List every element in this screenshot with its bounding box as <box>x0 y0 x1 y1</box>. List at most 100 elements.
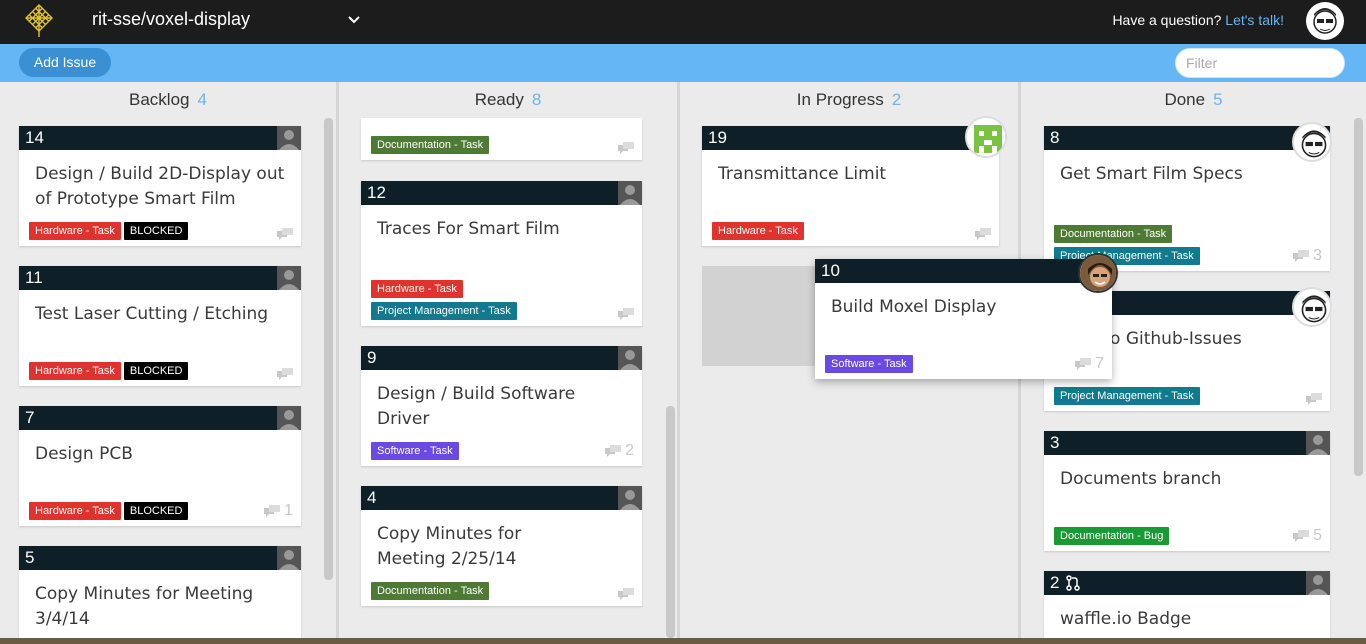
issue-number: 8 <box>1050 128 1060 147</box>
label-blocked[interactable]: BLOCKED <box>123 222 189 240</box>
comment-count: 1 <box>284 502 293 519</box>
label-blocked[interactable]: BLOCKED <box>123 502 189 520</box>
waffle-logo-icon[interactable] <box>24 3 54 37</box>
issue-card[interactable]: 14 Design / Build 2D-Display out of Prot… <box>19 126 301 246</box>
issue-card[interactable]: 8 Get Smart Film Specs Documentation - T… <box>1044 122 1332 271</box>
avatar-placeholder-icon <box>1306 571 1330 595</box>
column-header: Ready 8 <box>339 90 677 110</box>
issue-card[interactable]: Documentation - Task <box>361 118 642 160</box>
issue-card[interactable]: 19 Transmittance Limit Hardware - Task <box>702 116 1007 246</box>
assignee-avatar <box>1292 287 1332 327</box>
issue-card[interactable]: 2 waffle.io Badge <box>1044 571 1330 638</box>
column-title: In Progress <box>796 90 884 109</box>
avatar-placeholder-icon <box>618 181 642 205</box>
issue-title[interactable]: Design / Build 2D-Display out of Prototy… <box>19 150 301 212</box>
column-count: 2 <box>891 90 902 109</box>
issue-number: 3 <box>1050 433 1060 452</box>
issue-number: 11 <box>25 268 43 287</box>
avatar-placeholder-icon <box>277 266 301 290</box>
issue-number: 14 <box>25 128 44 147</box>
user-avatar[interactable] <box>1306 2 1344 40</box>
issue-title[interactable]: Documents branch <box>1044 455 1330 492</box>
column-count: 4 <box>197 90 207 109</box>
issue-title[interactable]: Design PCB <box>19 430 301 467</box>
issue-title[interactable]: Build Moxel Display <box>815 283 1112 320</box>
issue-title[interactable]: Copy Minutes for Meeting 2/25/14 <box>361 510 611 572</box>
column-title: Done <box>1164 90 1206 109</box>
issue-number: 10 <box>821 261 840 280</box>
issue-title[interactable]: Transmittance Limit <box>702 150 999 187</box>
top-bar: rit-sse/voxel-display Have a question? L… <box>0 0 1366 44</box>
issue-card[interactable]: 11 Test Laser Cutting / Etching Hardware… <box>19 266 301 386</box>
label-hardware-task[interactable]: Hardware - Task <box>29 222 121 240</box>
label-hardware-task[interactable]: Hardware - Task <box>371 280 463 298</box>
avatar-placeholder-icon <box>277 126 301 150</box>
issue-number: 12 <box>367 183 386 202</box>
issue-card[interactable]: 12 Traces For Smart Film Hardware - Task… <box>361 181 642 326</box>
avatar-placeholder-icon <box>1306 431 1330 455</box>
comment-icon <box>264 505 281 517</box>
label-software-task[interactable]: Software - Task <box>825 355 913 373</box>
lets-talk-link[interactable]: Let's talk! <box>1225 12 1284 28</box>
issue-title[interactable]: waffle.io Badge <box>1044 595 1330 632</box>
issue-card[interactable]: 9 Design / Build Software Driver Softwar… <box>361 346 642 466</box>
issue-title[interactable]: Test Laser Cutting / Etching <box>19 290 301 327</box>
issue-card[interactable]: 4 Copy Minutes for Meeting 2/25/14 Docum… <box>361 486 642 606</box>
avatar-placeholder-icon <box>618 346 642 370</box>
repo-name[interactable]: rit-sse/voxel-display <box>92 9 250 30</box>
comment-icon <box>975 228 991 240</box>
comment-icon <box>618 588 634 600</box>
comment-count: 3 <box>1313 247 1322 264</box>
comment-icon <box>277 228 293 240</box>
add-issue-button[interactable]: Add Issue <box>19 48 111 77</box>
comment-icon <box>618 308 634 320</box>
comment-icon <box>1293 250 1310 262</box>
column-count: 8 <box>531 90 542 109</box>
label-documentation-task[interactable]: Documentation - Task <box>371 582 490 600</box>
assignee-avatar <box>965 116 1007 158</box>
issue-number: 4 <box>367 488 377 507</box>
issue-title[interactable]: Design / Build Software Driver <box>361 370 642 432</box>
label-hardware-task[interactable]: Hardware - Task <box>29 362 121 380</box>
label-documentation-task[interactable]: Documentation - Task <box>1054 225 1173 243</box>
label-documentation-task[interactable]: Documentation - Task <box>371 136 490 154</box>
label-documentation-bug[interactable]: Documentation - Bug <box>1054 527 1170 545</box>
issue-title[interactable]: Copy Minutes for Meeting 3/4/14 <box>19 570 279 632</box>
filter-input[interactable] <box>1175 48 1345 78</box>
drop-placeholder <box>702 266 822 366</box>
scrollbar-backlog[interactable] <box>324 118 333 580</box>
comment-icon <box>1075 358 1092 370</box>
issue-card[interactable]: 5 Copy Minutes for Meeting 3/4/14 <box>19 546 301 638</box>
label-hardware-task[interactable]: Hardware - Task <box>29 502 121 520</box>
label-project-management-task[interactable]: Project Management - Task <box>1054 387 1200 405</box>
comment-icon <box>605 445 622 457</box>
issue-number: 7 <box>25 408 35 427</box>
issue-title[interactable]: Traces For Smart Film <box>361 205 642 242</box>
question-label: Have a question? <box>1112 12 1222 28</box>
chevron-down-icon[interactable] <box>346 12 362 28</box>
issue-card[interactable]: 3 Documents branch Documentation - Bug 5 <box>1044 431 1330 551</box>
issue-number: 19 <box>708 128 727 147</box>
comment-count: 7 <box>1095 355 1104 372</box>
column-title: Ready <box>474 90 524 109</box>
comment-count: 5 <box>1313 527 1322 544</box>
column-count: 5 <box>1213 90 1223 109</box>
help-text: Have a question? Let's talk! <box>1112 12 1284 28</box>
comment-count: 2 <box>625 442 634 459</box>
issue-number: 2 <box>1050 573 1060 592</box>
dragged-issue-card[interactable]: 10 Build Moxel Display Software - Task 7 <box>815 253 1118 379</box>
label-project-management-task[interactable]: Project Management - Task <box>371 302 517 320</box>
label-hardware-task[interactable]: Hardware - Task <box>712 222 804 240</box>
avatar-placeholder-icon <box>277 546 301 570</box>
label-blocked[interactable]: BLOCKED <box>123 362 189 380</box>
scrollbar-done[interactable] <box>1354 118 1363 476</box>
avatar-placeholder-icon <box>277 406 301 430</box>
issue-title[interactable]: Get Smart Film Specs <box>1044 150 1330 187</box>
issue-number: 5 <box>25 548 35 567</box>
issue-card[interactable]: 7 Design PCB Hardware - Task BLOCKED 1 <box>19 406 301 526</box>
avatar-placeholder-icon <box>618 486 642 510</box>
comment-icon <box>277 368 293 380</box>
column-header: In Progress 2 <box>680 90 1018 110</box>
scrollbar-ready[interactable] <box>666 406 675 638</box>
label-software-task[interactable]: Software - Task <box>371 442 459 460</box>
